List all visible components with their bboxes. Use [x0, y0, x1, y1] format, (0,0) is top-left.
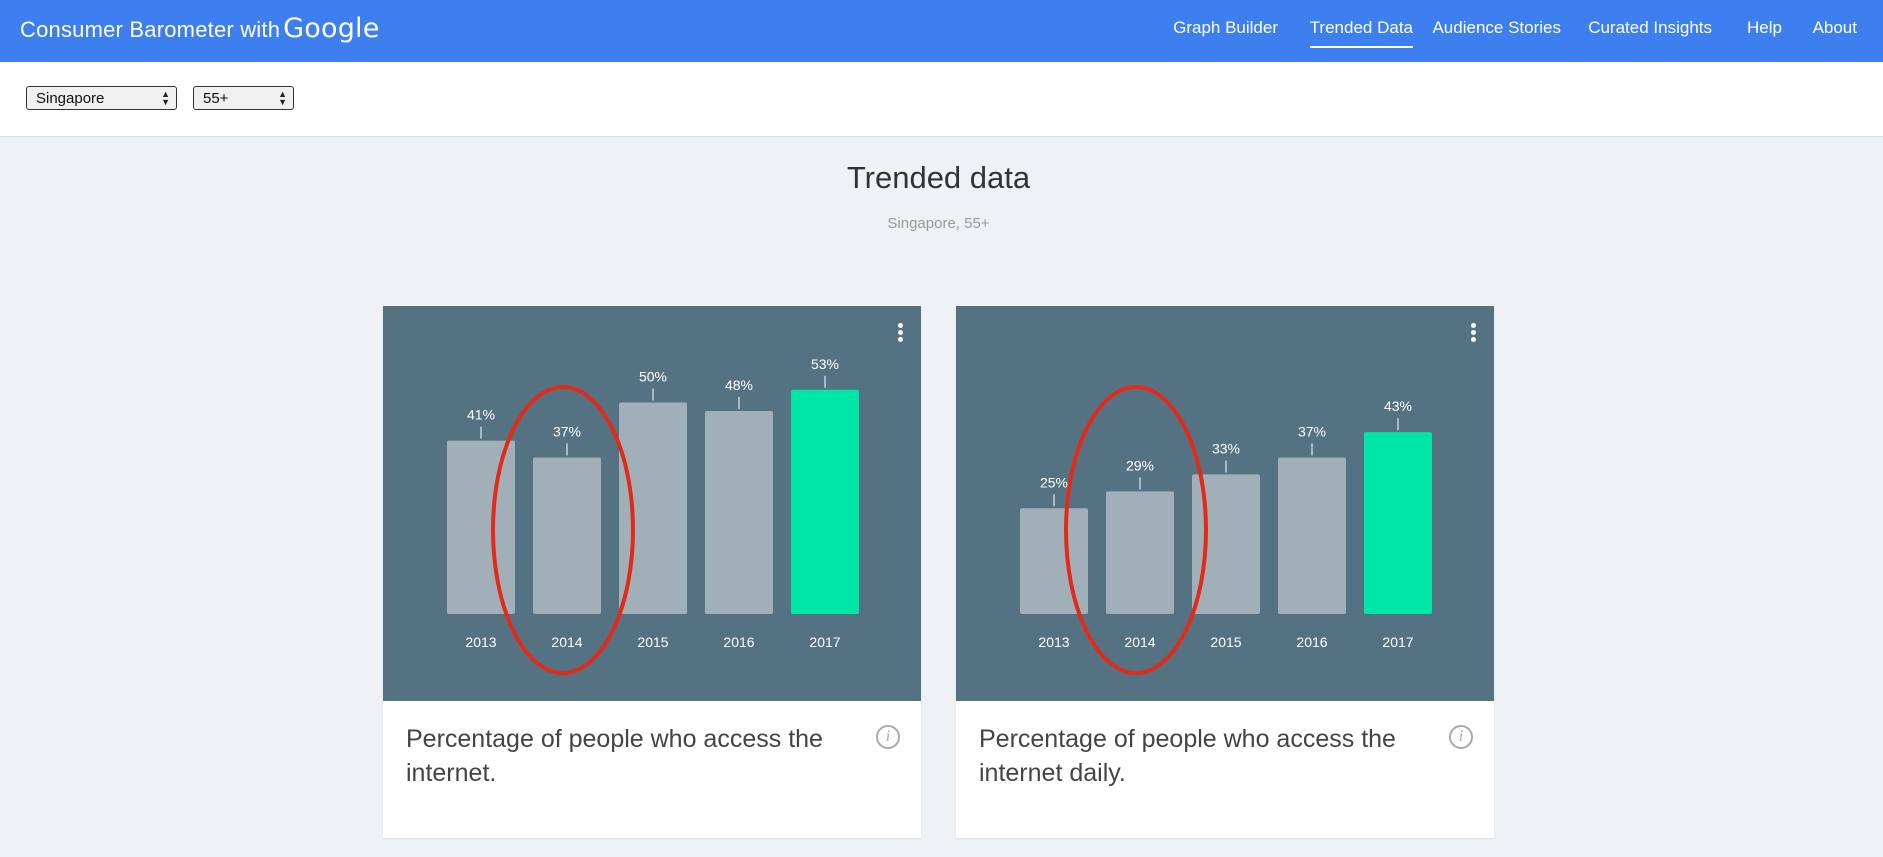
country-select-value: Singapore [36, 90, 105, 107]
bar-value-label: 53% [811, 356, 839, 372]
brand-logo[interactable]: Consumer Barometer with Google [20, 13, 380, 44]
bar-2016[interactable] [705, 410, 773, 614]
filter-bar: Singapore ▲ ▼ 55+ ▲ ▼ [0, 62, 1883, 137]
select-arrows-icon: ▲ ▼ [278, 89, 287, 107]
bar-chart: 41% 2013 37% 2014 50% 2015 48% 2016 53% 2017 [447, 356, 859, 675]
nav-curated-insights[interactable]: Curated Insights [1588, 18, 1712, 46]
bar-value-label: 33% [1212, 440, 1240, 456]
bar-2014[interactable] [533, 457, 601, 614]
x-tick-label: 2014 [1124, 634, 1155, 650]
bar-2014[interactable] [1106, 491, 1174, 614]
bar-2017[interactable] [791, 389, 859, 614]
bar-2017[interactable] [1364, 432, 1432, 614]
x-tick-label: 2015 [1210, 634, 1241, 650]
more-options-icon[interactable] [1471, 323, 1477, 343]
bar-value-label: 37% [553, 423, 581, 439]
country-select[interactable]: Singapore ▲ ▼ [26, 86, 177, 110]
chart-caption: Percentage of people who access the inte… [979, 725, 1396, 787]
bar-value-label: 25% [1040, 474, 1068, 490]
x-tick-label: 2017 [1382, 634, 1413, 650]
age-select[interactable]: 55+ ▲ ▼ [193, 86, 294, 110]
chart-card-daily-internet-access: 25% 2013 29% 2014 33% 2015 37% 2016 43% 2017 Perc… [956, 306, 1494, 838]
brand-text: Consumer Barometer with [20, 17, 281, 42]
bar-2016[interactable] [1278, 457, 1346, 614]
chart-caption: Percentage of people who access the inte… [406, 725, 823, 787]
page-title: Trended data [846, 160, 1031, 195]
bar-value-label: 48% [725, 377, 753, 393]
bar-value-label: 50% [639, 369, 667, 385]
x-tick-label: 2016 [723, 634, 754, 650]
bar-2013[interactable] [447, 440, 515, 614]
nav-graph-builder[interactable]: Graph Builder [1173, 18, 1278, 46]
nav-help[interactable]: Help [1747, 18, 1782, 46]
bar-value-label: 41% [467, 407, 495, 423]
nav-about[interactable]: About [1813, 18, 1857, 46]
x-tick-label: 2016 [1296, 634, 1327, 650]
page-subtitle: Singapore, 55+ [887, 215, 990, 232]
chart-plot-area: 41% 2013 37% 2014 50% 2015 48% 2016 53% 2017 [383, 306, 921, 701]
x-tick-label: 2017 [809, 634, 840, 650]
age-select-value: 55+ [203, 90, 229, 107]
top-navigation-bar: Consumer Barometer with Google Graph Buil… [0, 0, 1883, 62]
bar-value-label: 37% [1298, 423, 1326, 439]
bar-chart: 25% 2013 29% 2014 33% 2015 37% 2016 43% 2017 [1020, 385, 1432, 675]
x-tick-label: 2013 [1038, 634, 1069, 650]
x-tick-label: 2014 [551, 634, 582, 650]
chart-card-internet-access: 41% 2013 37% 2014 50% 2015 48% 2016 53% 2017 Perc… [383, 306, 921, 838]
nav-trended-data[interactable]: Trended Data [1309, 18, 1413, 48]
x-tick-label: 2013 [465, 634, 496, 650]
more-options-icon[interactable] [898, 323, 904, 343]
nav-audience-stories[interactable]: Audience Stories [1432, 18, 1561, 46]
google-wordmark: Google [283, 13, 380, 44]
chart-plot-area: 25% 2013 29% 2014 33% 2015 37% 2016 43% 2017 [956, 306, 1494, 701]
x-tick-label: 2015 [637, 634, 668, 650]
bar-2013[interactable] [1020, 508, 1088, 614]
info-icon[interactable]: i [1449, 725, 1473, 749]
bar-value-label: 29% [1126, 457, 1154, 473]
bar-value-label: 43% [1384, 398, 1412, 414]
select-arrows-icon: ▲ ▼ [161, 89, 170, 107]
info-icon[interactable]: i [876, 725, 900, 749]
